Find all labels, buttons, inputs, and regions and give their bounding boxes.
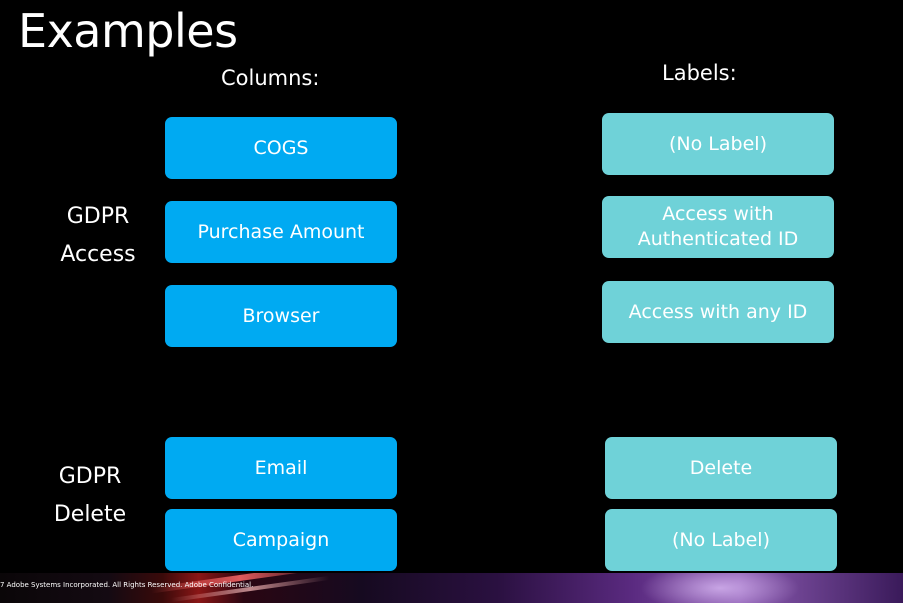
columns-heading: Columns: xyxy=(221,66,320,90)
label-box-access-any-id: Access with any ID xyxy=(602,281,834,343)
label-box-access-authenticated: Access with Authenticated ID xyxy=(602,196,834,258)
label-box-text: Delete xyxy=(689,456,753,479)
label-box-text: (No Label) xyxy=(672,528,770,551)
column-box-cogs: COGS xyxy=(165,117,397,179)
group-label-line1: GDPR xyxy=(66,204,130,229)
group-label-line2: Access xyxy=(60,242,136,267)
column-box-browser: Browser xyxy=(165,285,397,347)
label-box-text: Access with any ID xyxy=(628,300,808,323)
column-box-campaign: Campaign xyxy=(165,509,397,571)
column-box-text: COGS xyxy=(253,136,309,159)
column-box-purchase-amount: Purchase Amount xyxy=(165,201,397,263)
group-label-line2: Delete xyxy=(53,502,127,527)
column-box-text: Campaign xyxy=(232,528,330,551)
label-box-delete: Delete xyxy=(605,437,837,499)
column-box-text: Browser xyxy=(242,304,320,327)
decorative-streak xyxy=(170,575,330,603)
column-box-text: Email xyxy=(254,456,308,479)
decorative-glow xyxy=(640,573,800,603)
group-label-line1: GDPR xyxy=(58,464,122,489)
column-box-text: Purchase Amount xyxy=(197,220,365,243)
column-box-email: Email xyxy=(165,437,397,499)
labels-heading: Labels: xyxy=(662,61,737,85)
slide-title: Examples xyxy=(18,4,238,58)
label-box-text-line2: Authenticated ID xyxy=(637,228,799,250)
label-box-text-line1: Access with xyxy=(662,203,774,225)
label-box-text: (No Label) xyxy=(669,132,767,155)
label-box-no-label-2: (No Label) xyxy=(605,509,837,571)
group-label-gdpr-delete: GDPR Delete xyxy=(50,458,130,534)
group-label-gdpr-access: GDPR Access xyxy=(58,198,138,274)
footer-copyright: 7 Adobe Systems Incorporated. All Rights… xyxy=(0,581,254,589)
label-box-no-label: (No Label) xyxy=(602,113,834,175)
